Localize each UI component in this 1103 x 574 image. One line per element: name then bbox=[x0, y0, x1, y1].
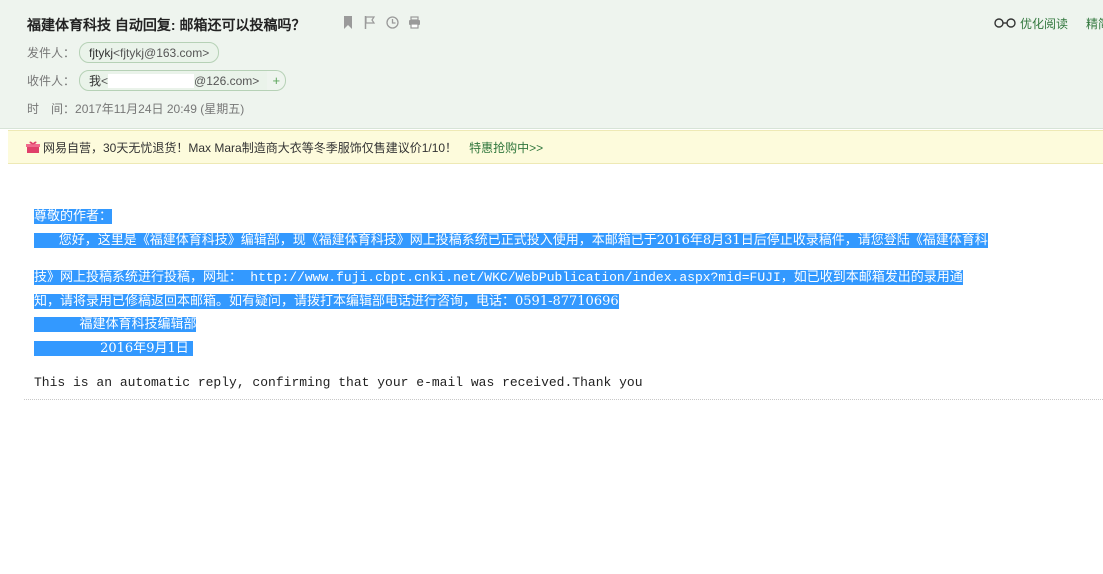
recipient-address-suffix: @126.com> bbox=[194, 73, 260, 88]
clock-icon[interactable] bbox=[385, 14, 399, 30]
body-divider bbox=[24, 399, 1103, 400]
submission-url-link[interactable]: http://www.fuji.cbpt.cnki.net/WKC/WebPub… bbox=[250, 270, 781, 285]
recipient-contact[interactable]: 我 < @126.com> bbox=[79, 70, 270, 91]
print-icon[interactable] bbox=[407, 14, 421, 30]
header-actions: 优化阅读 精简 bbox=[994, 15, 1103, 32]
body-paragraph-3: 知，请将录用已修稿返回本邮箱。如有疑问，请拨打本编辑部电话进行咨询，电话：059… bbox=[34, 294, 619, 309]
time-value: 2017年11月24日 20:49 (星期五) bbox=[75, 102, 245, 116]
time-row: 时 间： 2017年11月24日 20:49 (星期五) bbox=[27, 100, 244, 117]
ad-text: 网易自营，30天无忧退货！Max Mara制造商大衣等冬季服饰仅售建议价1/10… bbox=[43, 140, 458, 155]
bookmark-icon[interactable] bbox=[341, 14, 355, 30]
auto-reply-text: This is an automatic reply, confirming t… bbox=[34, 375, 643, 390]
recipient-address-prefix: < bbox=[101, 73, 109, 88]
body-paragraph-2b: ，如已收到本邮箱发出的录用通 bbox=[780, 270, 963, 285]
subject-toolbar bbox=[341, 14, 421, 30]
sender-address: <fjtykj@163.com> bbox=[113, 45, 210, 60]
sender-name: fjtykj bbox=[89, 45, 114, 60]
redacted-area bbox=[108, 73, 195, 88]
signature-text: 福建体育科技编辑部 bbox=[34, 317, 197, 332]
from-row: 发件人： fjtykj <fjtykj@163.com> bbox=[27, 42, 220, 63]
simplify-link[interactable]: 精简 bbox=[1086, 15, 1103, 32]
from-label: 发件人： bbox=[27, 46, 76, 60]
sender-contact[interactable]: fjtykj <fjtykj@163.com> bbox=[79, 42, 220, 63]
to-label: 收件人： bbox=[27, 74, 76, 88]
add-recipient-button[interactable]: + bbox=[267, 70, 287, 91]
time-label: 时 间： bbox=[27, 102, 76, 116]
mail-subject: 福建体育科技 自动回复: 邮箱还可以投稿吗？ bbox=[27, 17, 306, 33]
ad-banner: 网易自营，30天无忧退货！Max Mara制造商大衣等冬季服饰仅售建议价1/10… bbox=[8, 130, 1103, 164]
to-row: 收件人： 我 < @126.com> + bbox=[27, 70, 287, 91]
signature-date: 2016年9月1日 bbox=[34, 341, 193, 356]
gift-icon bbox=[26, 141, 40, 153]
mail-header: 福建体育科技 自动回复: 邮箱还可以投稿吗？ 优化阅读 精简 发件人： fjty… bbox=[0, 0, 1103, 129]
optimize-read-link[interactable]: 优化阅读 bbox=[1020, 15, 1068, 32]
body-paragraph-2a: 技》网上投稿系统进行投稿，网址： bbox=[34, 270, 251, 285]
flag-icon[interactable] bbox=[363, 14, 377, 30]
glasses-icon bbox=[994, 17, 1016, 31]
ad-link[interactable]: 特惠抢购中>> bbox=[469, 139, 543, 156]
recipient-name: 我 bbox=[89, 74, 102, 88]
body-paragraph-1: 您好，这里是《福建体育科技》编辑部，现《福建体育科技》网上投稿系统已正式投入使用… bbox=[34, 233, 988, 248]
greeting-text: 尊敬的作者： bbox=[34, 209, 113, 224]
